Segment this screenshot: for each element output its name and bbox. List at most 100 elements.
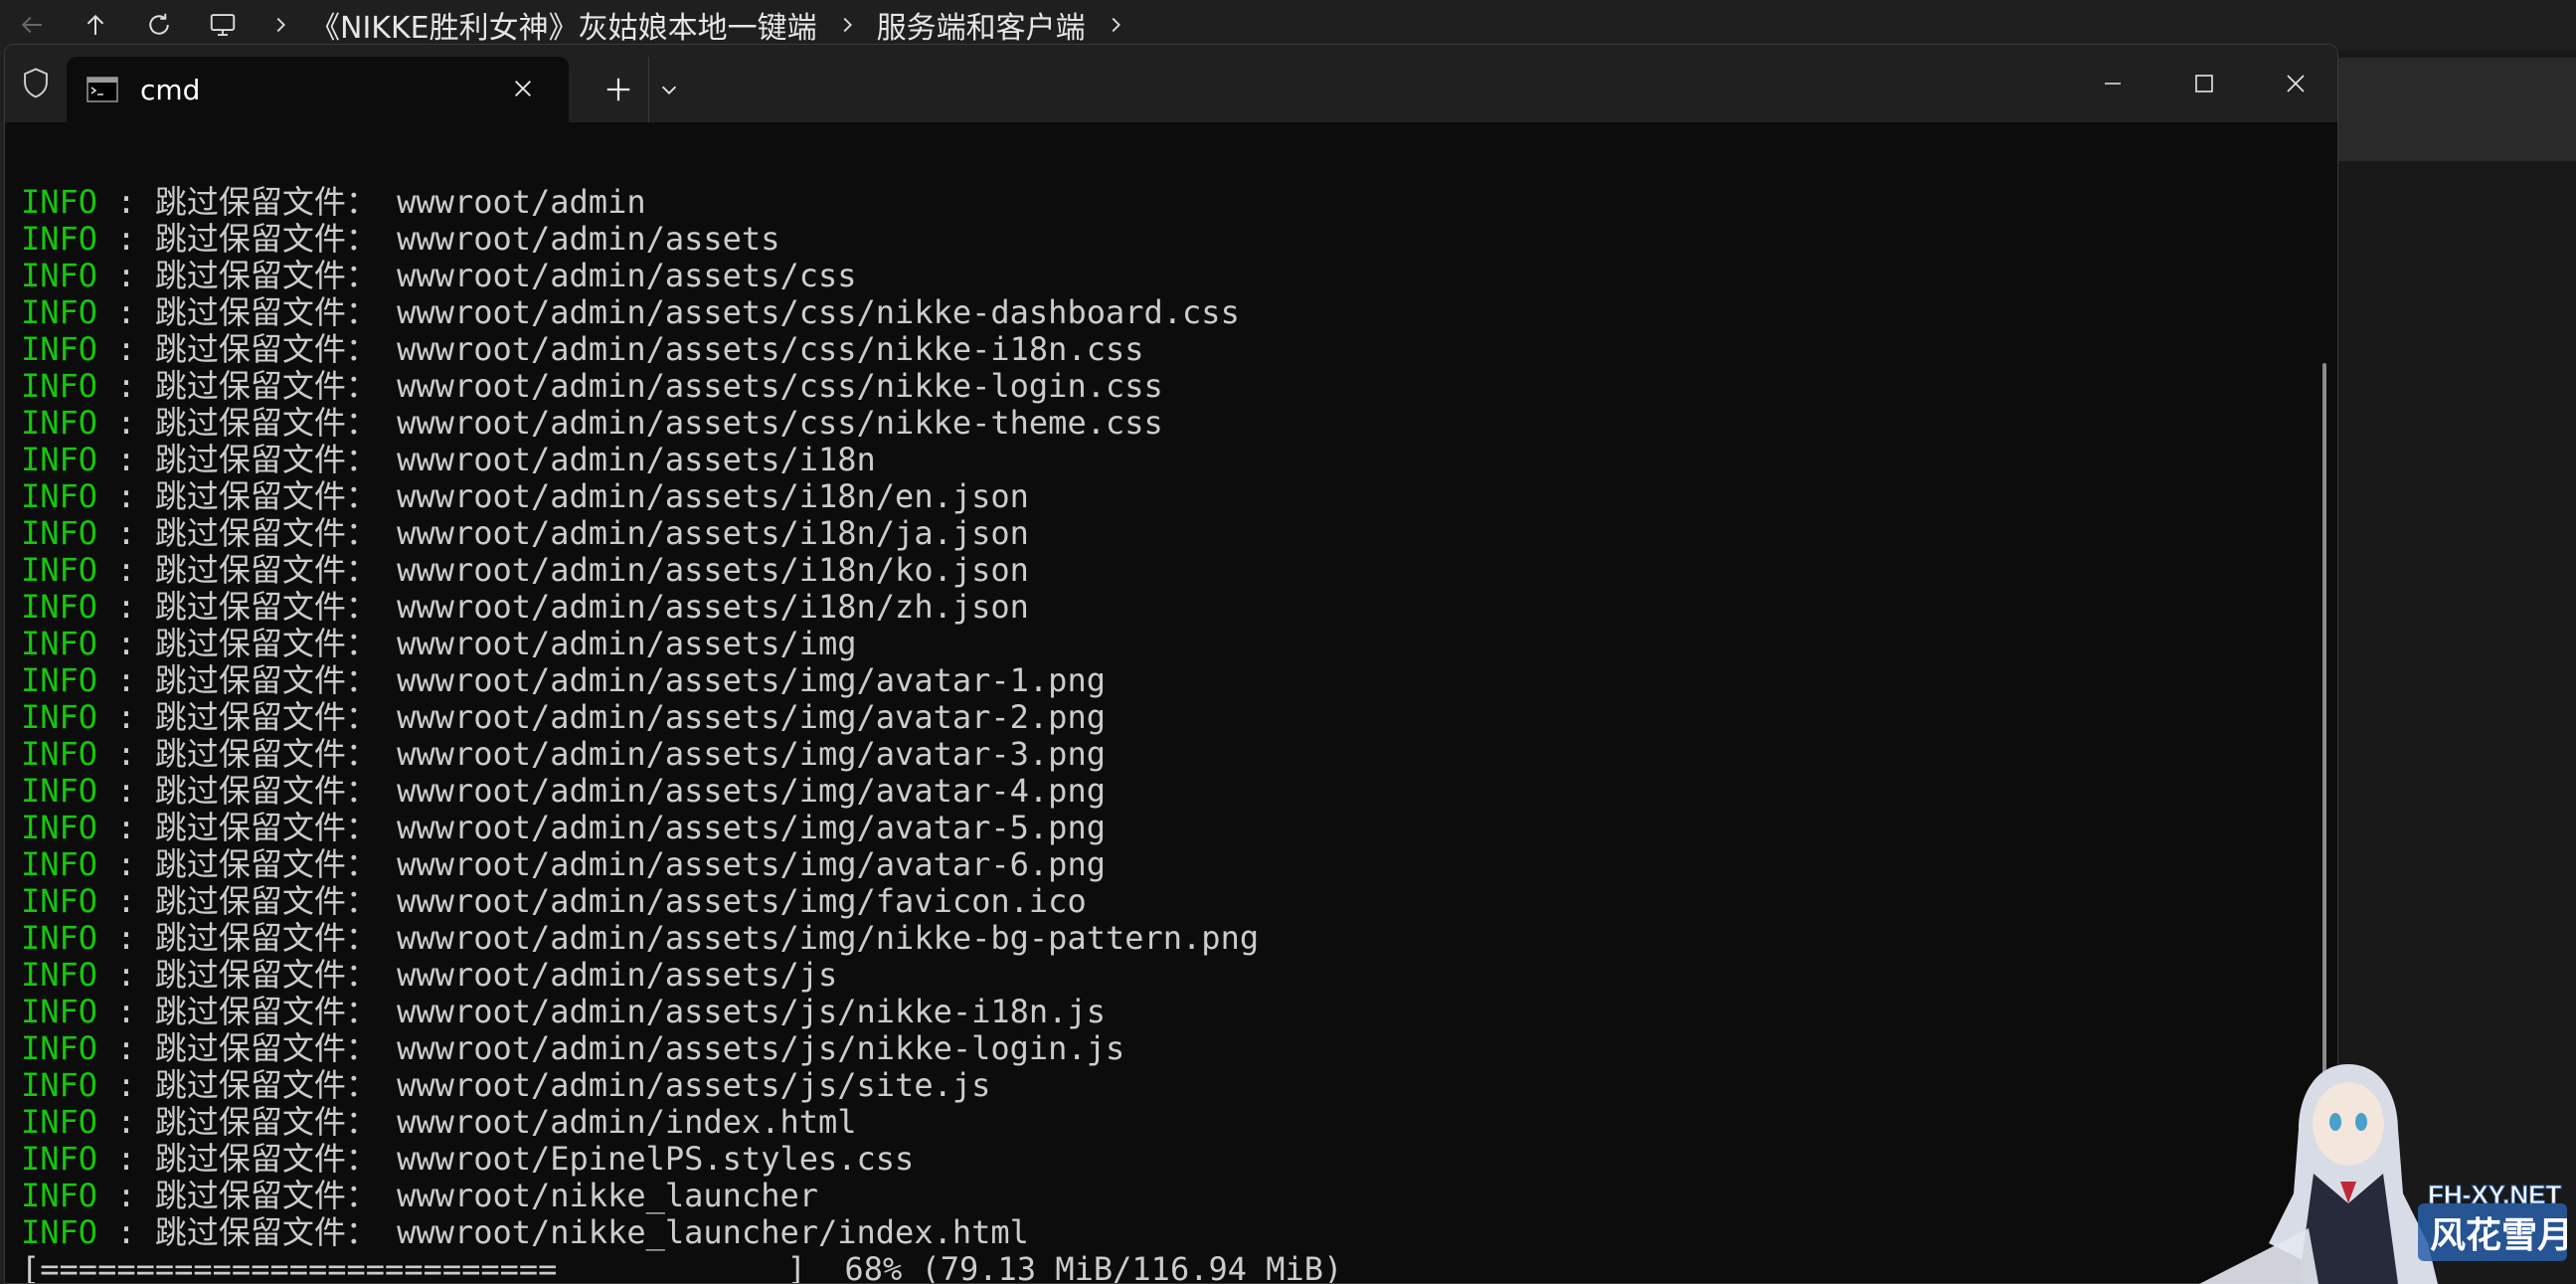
log-message: 跳过保留文件： [154,845,378,883]
log-path: wwwroot/admin/assets/js/nikke-login.js [397,1029,1125,1067]
log-level: INFO [21,183,98,221]
log-path: wwwroot/admin/assets/i18n [397,441,876,478]
log-path: wwwroot/admin/assets/js/site.js [397,1066,991,1104]
log-line: INFO : 跳过保留文件： wwwroot/admin/assets/i18n… [21,515,1342,552]
log-level: INFO [21,514,98,552]
log-level: INFO [21,257,98,294]
terminal-window: cmd INFO : 跳过保留文件： wwwroot/admin INFO : 跳… [4,44,2338,1284]
breadcrumb-item-folder[interactable]: 《NIKKE胜利女神》灰姑娘本地一键端 [310,3,817,47]
maximize-icon [2195,75,2213,92]
log-separator: : [97,956,155,994]
log-separator: : [97,698,155,736]
log-line: INFO : 跳过保留文件： wwwroot/admin/assets/img/… [21,699,1342,736]
log-separator: : [97,919,155,957]
log-level: INFO [21,1177,98,1214]
log-line: INFO : 跳过保留文件： wwwroot/admin/assets/img/… [21,773,1342,810]
log-separator: : [97,661,155,699]
log-separator: : [97,625,155,662]
breadcrumb: 《NIKKE胜利女神》灰姑娘本地一键端 服务端和客户端 [260,3,1135,47]
log-message: 跳过保留文件： [154,441,378,478]
log-separator: : [97,772,155,810]
log-message: 跳过保留文件： [154,625,378,662]
log-message: 跳过保留文件： [154,1213,378,1251]
log-message: 跳过保留文件： [154,1140,378,1178]
refresh-icon [149,13,169,35]
watermark-site: FH-XY.NET [2428,1180,2561,1209]
log-separator: : [97,1140,155,1178]
log-level: INFO [21,1213,98,1251]
log-line: INFO : 跳过保留文件： wwwroot/admin/assets/img/… [21,883,1342,920]
close-window-button[interactable] [2250,45,2337,122]
log-path: wwwroot/admin/assets/css/nikke-dashboard… [397,293,1240,331]
log-separator: : [97,1177,155,1214]
back-button[interactable] [0,0,64,50]
log-line: INFO : 跳过保留文件： wwwroot/nikke_launcher [21,1178,1342,1214]
log-message: 跳过保留文件： [154,1029,378,1067]
terminal-output[interactable]: INFO : 跳过保留文件： wwwroot/admin INFO : 跳过保留文… [5,122,2321,1284]
log-level: INFO [21,661,98,699]
up-button[interactable] [64,0,127,50]
log-message: 跳过保留文件： [154,698,378,736]
log-separator: : [97,588,155,626]
shield-icon [24,68,48,98]
log-separator: : [97,441,155,478]
refresh-button[interactable] [127,0,191,50]
log-separator: : [97,477,155,515]
tab-title: cmd [140,73,201,106]
log-separator: : [97,293,155,331]
log-path: wwwroot/admin/assets/i18n/ja.json [397,514,1029,552]
log-separator: : [97,1029,155,1067]
log-message: 跳过保留文件： [154,551,378,589]
log-level: INFO [21,993,98,1030]
log-path: wwwroot/admin/assets/img/avatar-2.png [397,698,1106,736]
watermark-logo: FH-XY.NET 风花雪月 [2199,1064,2567,1284]
log-line: INFO : 跳过保留文件： wwwroot/admin/assets/img/… [21,920,1342,957]
log-line: INFO : 跳过保留文件： wwwroot/admin/assets/js/s… [21,1067,1342,1104]
log-separator: : [97,735,155,773]
explorer-address-bar: 《NIKKE胜利女神》灰姑娘本地一键端 服务端和客户端 [0,0,2576,50]
log-path: wwwroot/EpinelPS.styles.css [397,1140,915,1178]
breadcrumb-item-subfolder[interactable]: 服务端和客户端 [877,3,1086,47]
log-path: wwwroot/admin/assets/i18n/ko.json [397,551,1029,589]
minimize-button[interactable] [2067,45,2158,122]
log-level: INFO [21,956,98,994]
log-path: wwwroot/admin/assets/css/nikke-login.css [397,367,1163,405]
new-tab-button[interactable] [589,57,648,122]
log-output: INFO : 跳过保留文件： wwwroot/admin INFO : 跳过保留文… [21,184,1342,1284]
chevron-down-icon [661,86,677,94]
log-message: 跳过保留文件： [154,919,378,957]
log-separator: : [97,551,155,589]
log-level: INFO [21,441,98,478]
close-icon [515,81,531,96]
log-path: wwwroot/admin/assets/css/nikke-i18n.css [397,330,1144,368]
log-separator: : [97,993,155,1030]
log-line: INFO : 跳过保留文件： wwwroot/admin/assets/img/… [21,736,1342,773]
log-separator: : [97,1066,155,1104]
log-message: 跳过保留文件： [154,293,378,331]
log-line: INFO : 跳过保留文件： wwwroot/admin/assets/css/… [21,368,1342,405]
log-level: INFO [21,882,98,920]
this-pc-icon [210,14,236,36]
log-level: INFO [21,330,98,368]
log-separator: : [97,1213,155,1251]
log-message: 跳过保留文件： [154,588,378,626]
log-separator: : [97,330,155,368]
log-line: INFO : 跳过保留文件： wwwroot/admin/assets/i18n… [21,552,1342,589]
this-pc-button[interactable] [191,0,255,50]
chevron-right-icon[interactable] [1096,14,1135,36]
close-tab-button[interactable] [505,71,541,106]
log-path: wwwroot/admin/assets/img/avatar-6.png [397,845,1106,883]
log-path: wwwroot/admin [397,183,646,221]
chevron-right-icon[interactable] [827,14,867,36]
log-path: wwwroot/admin/assets/css/nikke-theme.css [397,404,1163,442]
log-message: 跳过保留文件： [154,882,378,920]
tab-cmd[interactable]: cmd [67,57,569,122]
log-message: 跳过保留文件： [154,514,378,552]
chevron-right-icon[interactable] [260,14,300,36]
log-line: INFO : 跳过保留文件： wwwroot/admin/assets/js/n… [21,1030,1342,1067]
maximize-button[interactable] [2158,45,2250,122]
log-level: INFO [21,698,98,736]
tab-dropdown-button[interactable] [648,57,689,122]
log-path: wwwroot/admin/assets/i18n/en.json [397,477,1029,515]
tab-bar: cmd [5,45,2337,122]
